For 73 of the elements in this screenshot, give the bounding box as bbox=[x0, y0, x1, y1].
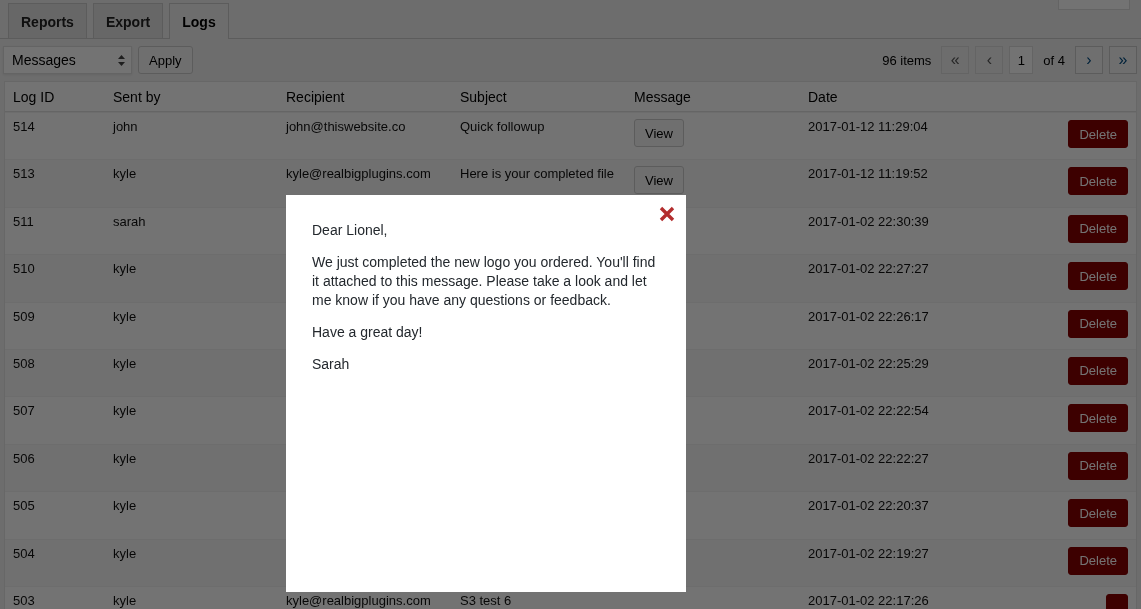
table-cell-text: 2017-01-02 22:19:27 bbox=[808, 544, 930, 563]
table-cell-text: 503 bbox=[13, 591, 36, 609]
table-cell-text: 2017-01-12 11:19:52 bbox=[808, 165, 929, 184]
table-cell-text: kyle bbox=[113, 591, 138, 609]
delete-button[interactable]: Delete bbox=[1068, 356, 1128, 385]
column-header: Date bbox=[808, 88, 839, 105]
close-icon[interactable] bbox=[659, 206, 675, 222]
table-cell-text: 2017-01-02 22:20:37 bbox=[808, 497, 930, 516]
table-cell-text: 504 bbox=[13, 544, 36, 563]
table-cell-text: john bbox=[113, 118, 139, 136]
delete-button[interactable]: Delete bbox=[1068, 167, 1128, 196]
table-cell-text: kyle bbox=[113, 402, 138, 421]
delete-button[interactable]: Delete bbox=[1068, 546, 1128, 575]
message-paragraph: Sarah bbox=[312, 355, 351, 374]
table-cell-text: sarah bbox=[113, 212, 147, 231]
table-cell-text: kyle bbox=[113, 354, 138, 373]
table-cell-text: 2017-01-02 22:27:27 bbox=[808, 260, 930, 279]
table-cell-text: 2017-01-02 22:22:27 bbox=[808, 449, 930, 468]
table-cell-text: 510 bbox=[13, 260, 36, 279]
table-cell: john@thiswebsite.co bbox=[286, 119, 406, 134]
view-button[interactable]: View bbox=[634, 119, 684, 147]
column-header: Log ID bbox=[13, 88, 56, 105]
table-cell-text: kyle bbox=[113, 307, 138, 326]
column-header: Message bbox=[634, 88, 692, 105]
table-cell-text: kyle bbox=[113, 260, 138, 279]
column-header: Recipient bbox=[286, 88, 346, 105]
table-cell-text: 2017-01-12 11:29:04 bbox=[808, 118, 929, 136]
table-cell: Quick followup bbox=[460, 119, 545, 134]
table-cell: S3 test 6 bbox=[460, 592, 512, 608]
delete-button[interactable]: Delete bbox=[1068, 120, 1128, 148]
page-total: of 4 bbox=[1042, 52, 1066, 68]
table-cell-text: 2017-01-02 22:22:54 bbox=[808, 402, 930, 421]
message-paragraph: Dear Lionel, bbox=[312, 221, 389, 240]
table-cell: kyle@realbigplugins.com bbox=[286, 592, 431, 608]
table-cell-text: 511 bbox=[13, 212, 35, 231]
nav-tab[interactable]: Export bbox=[92, 3, 164, 38]
items-count: 96 items bbox=[881, 52, 933, 68]
table-cell-text: kyle bbox=[113, 449, 138, 468]
select-arrows-icon bbox=[118, 54, 125, 66]
table-cell-text: 513 bbox=[13, 165, 36, 184]
page-number-field[interactable]: 1 bbox=[1009, 46, 1034, 74]
apply-button[interactable]: Apply bbox=[138, 46, 193, 74]
table-cell: Here is your completed file bbox=[460, 166, 614, 182]
page-nav-button[interactable]: › bbox=[1075, 46, 1103, 74]
table-cell-text: kyle bbox=[113, 165, 138, 184]
table-cell-text: 2017-01-02 22:17:26 bbox=[808, 591, 930, 609]
delete-button[interactable]: Delete bbox=[1068, 451, 1128, 480]
delete-button[interactable]: Delete bbox=[1068, 404, 1128, 433]
table-cell-text: 514 bbox=[13, 118, 36, 136]
table-cell-text: 2017-01-02 22:26:17 bbox=[808, 307, 930, 326]
column-header: Sent by bbox=[113, 88, 162, 105]
table-cell-text: 2017-01-02 22:30:39 bbox=[808, 212, 930, 231]
table-cell-text: 507 bbox=[13, 402, 36, 421]
delete-button[interactable]: Delete bbox=[1068, 499, 1128, 528]
delete-button[interactable]: Delete bbox=[1068, 309, 1128, 338]
delete-button[interactable]: Delete bbox=[1068, 214, 1128, 243]
table-cell-text: 506 bbox=[13, 449, 36, 468]
page-nav-button[interactable]: » bbox=[1109, 46, 1137, 74]
table-cell-text: 509 bbox=[13, 307, 36, 326]
nav-tab[interactable]: Reports bbox=[8, 3, 87, 38]
table-cell-text: 2017-01-02 22:25:29 bbox=[808, 354, 930, 373]
column-header: Subject bbox=[460, 88, 508, 105]
table-cell-text: kyle bbox=[113, 544, 138, 563]
table-cell-text: kyle bbox=[113, 497, 138, 516]
message-paragraph: We just completed the new logo you ordered. You'll find it attached to this message. Please take a look and let me know if you have any questions or feedback. bbox=[312, 253, 657, 310]
table-cell-text: 505 bbox=[13, 497, 36, 516]
view-button[interactable]: View bbox=[634, 166, 684, 195]
table-cell: kyle@realbigplugins.com bbox=[286, 166, 431, 182]
filter-select[interactable]: Messages bbox=[3, 46, 132, 74]
nav-tab[interactable]: Logs bbox=[169, 3, 229, 39]
delete-button[interactable]: Delete bbox=[1068, 262, 1128, 291]
table-cell-text: 508 bbox=[13, 354, 36, 373]
message-paragraph: Have a great day! bbox=[312, 323, 424, 342]
